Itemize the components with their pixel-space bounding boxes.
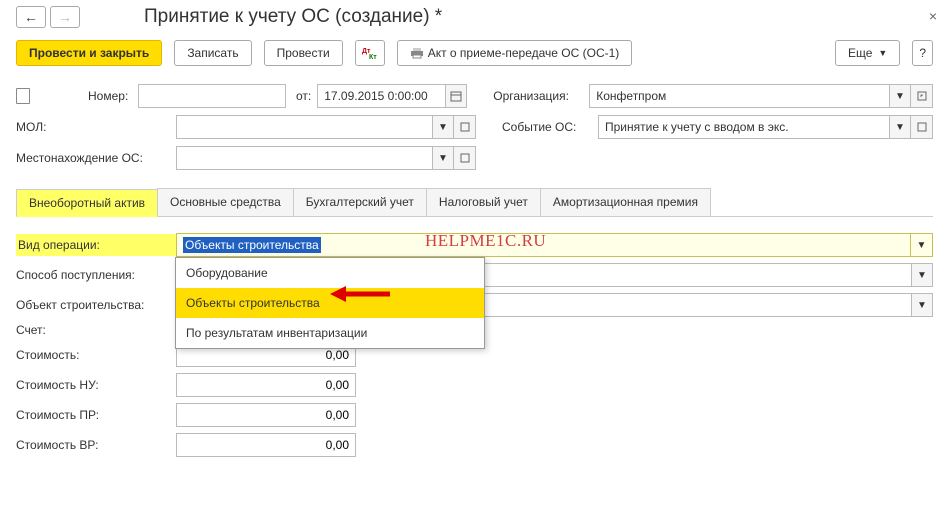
open-icon bbox=[917, 122, 927, 132]
receipt-method-label: Способ поступления: bbox=[16, 268, 176, 282]
calendar-icon bbox=[450, 90, 462, 102]
operation-type-label: Вид операции: bbox=[16, 234, 176, 256]
open-icon bbox=[917, 91, 927, 101]
page-title: Принятие к учету ОС (создание) * bbox=[144, 6, 442, 28]
construction-object-label: Объект строительства: bbox=[16, 298, 176, 312]
org-value[interactable]: Конфетпром bbox=[589, 84, 889, 108]
dropdown-button[interactable]: ▼ bbox=[889, 84, 911, 108]
print-act-label: Акт о приеме-передаче ОС (ОС-1) bbox=[428, 46, 620, 60]
open-button[interactable] bbox=[911, 84, 933, 108]
number-label: Номер: bbox=[88, 89, 138, 103]
dt-kt-icon: ДтКт bbox=[362, 46, 378, 60]
event-combo[interactable]: Принятие к учету с вводом в экс. ▼ bbox=[598, 115, 933, 139]
option-inventory[interactable]: По результатам инвентаризации bbox=[176, 318, 484, 348]
tab-tax[interactable]: Налоговый учет bbox=[426, 188, 541, 216]
post-and-close-button[interactable]: Провести и закрыть bbox=[16, 40, 162, 66]
more-button[interactable]: Еще ▼ bbox=[835, 40, 900, 66]
tab-noncurrent-asset[interactable]: Внеоборотный актив bbox=[16, 189, 158, 217]
save-button[interactable]: Записать bbox=[174, 40, 251, 66]
dropdown-button[interactable]: ▼ bbox=[911, 293, 933, 317]
open-button[interactable] bbox=[911, 115, 933, 139]
dropdown-button[interactable]: ▼ bbox=[432, 146, 454, 170]
location-value[interactable] bbox=[176, 146, 432, 170]
tab-depreciation-bonus[interactable]: Амортизационная премия bbox=[540, 188, 711, 216]
cost-label: Стоимость: bbox=[16, 348, 176, 362]
operation-type-value[interactable]: Объекты строительства bbox=[177, 234, 910, 256]
tab-bar: Внеоборотный актив Основные средства Бух… bbox=[16, 188, 933, 217]
event-label: Событие ОС: bbox=[502, 120, 598, 134]
debit-credit-button[interactable]: ДтКт bbox=[355, 40, 385, 66]
chevron-down-icon: ▼ bbox=[878, 48, 887, 58]
open-icon bbox=[460, 153, 470, 163]
nav-back-button[interactable]: ← bbox=[16, 6, 46, 28]
cost-nu-input[interactable] bbox=[176, 373, 356, 397]
document-icon bbox=[16, 88, 30, 104]
post-button[interactable]: Провести bbox=[264, 40, 343, 66]
from-label: от: bbox=[296, 89, 311, 103]
number-input[interactable] bbox=[138, 84, 286, 108]
tab-accounting[interactable]: Бухгалтерский учет bbox=[293, 188, 427, 216]
help-button[interactable]: ? bbox=[912, 40, 933, 66]
org-combo[interactable]: Конфетпром ▼ bbox=[589, 84, 933, 108]
account-label: Счет: bbox=[16, 323, 176, 337]
mol-value[interactable] bbox=[176, 115, 432, 139]
cost-nu-label: Стоимость НУ: bbox=[16, 378, 176, 392]
operation-type-combo[interactable]: Объекты строительства ▼ bbox=[176, 233, 933, 257]
event-value[interactable]: Принятие к учету с вводом в экс. bbox=[598, 115, 889, 139]
printer-icon bbox=[410, 47, 424, 59]
cost-vr-label: Стоимость ВР: bbox=[16, 438, 176, 452]
dropdown-button[interactable]: ▼ bbox=[432, 115, 454, 139]
location-combo[interactable]: ▼ bbox=[176, 146, 476, 170]
org-label: Организация: bbox=[493, 89, 589, 103]
tab-fixed-assets[interactable]: Основные средства bbox=[157, 188, 294, 216]
mol-combo[interactable]: ▼ bbox=[176, 115, 476, 139]
dropdown-button[interactable]: ▼ bbox=[911, 263, 933, 287]
nav-forward-button[interactable]: → bbox=[50, 6, 80, 28]
mol-label: МОЛ: bbox=[16, 120, 156, 134]
open-icon bbox=[460, 122, 470, 132]
svg-text:Кт: Кт bbox=[369, 54, 377, 60]
date-value[interactable]: 17.09.2015 0:00:00 bbox=[317, 84, 445, 108]
cost-pr-label: Стоимость ПР: bbox=[16, 408, 176, 422]
open-button[interactable] bbox=[454, 146, 476, 170]
dropdown-button[interactable]: ▼ bbox=[889, 115, 911, 139]
location-label: Местонахождение ОС: bbox=[16, 151, 172, 165]
more-label: Еще bbox=[848, 46, 872, 60]
cost-vr-input[interactable] bbox=[176, 433, 356, 457]
close-icon[interactable]: × bbox=[929, 8, 937, 24]
dropdown-button[interactable]: ▼ bbox=[910, 234, 932, 256]
cost-pr-input[interactable] bbox=[176, 403, 356, 427]
calendar-button[interactable] bbox=[445, 84, 467, 108]
annotation-arrow-icon bbox=[330, 283, 390, 305]
print-act-button[interactable]: Акт о приеме-передаче ОС (ОС-1) bbox=[397, 40, 633, 66]
date-input[interactable]: 17.09.2015 0:00:00 bbox=[317, 84, 467, 108]
open-button[interactable] bbox=[454, 115, 476, 139]
